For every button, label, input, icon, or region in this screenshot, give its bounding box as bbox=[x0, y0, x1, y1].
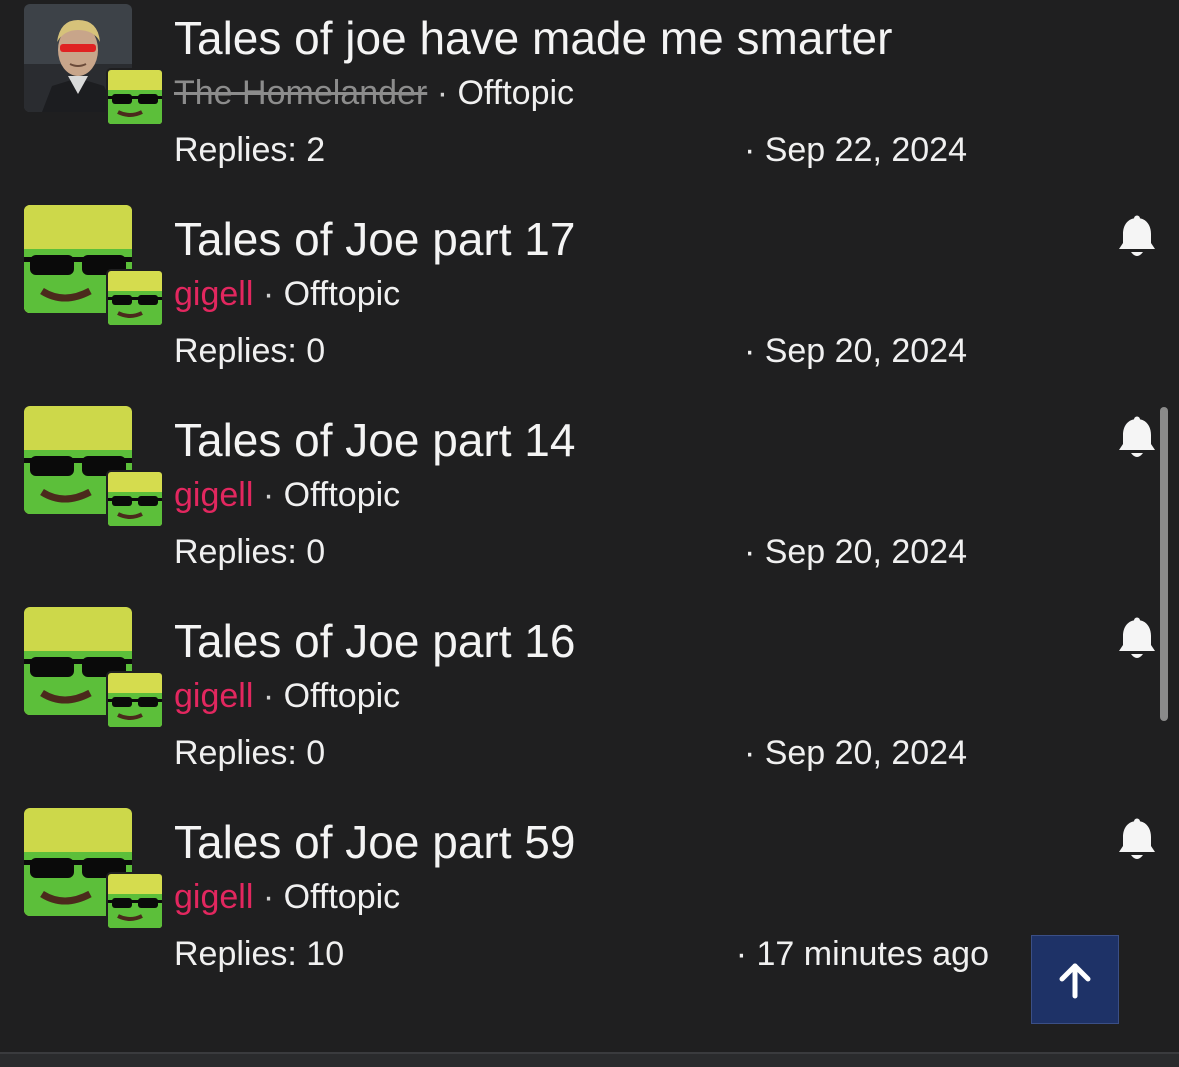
thread-author[interactable]: gigell bbox=[174, 275, 253, 313]
thread-forum[interactable]: Offtopic bbox=[284, 677, 401, 715]
thread-author[interactable]: The Homelander bbox=[174, 74, 427, 112]
forum-node-avatar[interactable] bbox=[108, 874, 162, 928]
frog-with-sunglasses-small-icon bbox=[108, 70, 162, 124]
avatar-group bbox=[24, 205, 164, 329]
scroll-to-top-button[interactable] bbox=[1031, 935, 1119, 1024]
meta-separator: · bbox=[262, 677, 275, 715]
meta-separator: · bbox=[262, 275, 275, 313]
bottom-toolbar bbox=[0, 1052, 1179, 1067]
frog-with-sunglasses-small-icon bbox=[108, 874, 162, 928]
thread-forum[interactable]: Offtopic bbox=[284, 476, 401, 514]
avatar-group bbox=[24, 406, 164, 530]
scrollbar[interactable] bbox=[1160, 407, 1168, 721]
arrow-up-icon bbox=[1059, 963, 1091, 998]
thread-title[interactable]: Tales of Joe part 16 bbox=[174, 613, 575, 669]
thread-title[interactable]: Tales of Joe part 17 bbox=[174, 211, 575, 267]
thread-item[interactable]: Tales of joe have made me smarter The Ho… bbox=[0, 0, 1179, 201]
bell-icon[interactable] bbox=[1116, 617, 1158, 663]
meta-separator: · bbox=[436, 74, 449, 112]
thread-title[interactable]: Tales of Joe part 14 bbox=[174, 412, 575, 468]
thread-replies: Replies: 2 bbox=[174, 131, 326, 169]
thread-replies: Replies: 10 bbox=[174, 935, 345, 973]
thread-replies: Replies: 0 bbox=[174, 533, 326, 571]
meta-separator: · bbox=[262, 878, 275, 916]
forum-node-avatar[interactable] bbox=[108, 472, 162, 526]
thread-date: · Sep 22, 2024 bbox=[743, 131, 967, 169]
thread-date: · 17 minutes ago bbox=[735, 935, 989, 973]
thread-author[interactable]: gigell bbox=[174, 878, 253, 916]
thread-meta: gigell · Offtopic bbox=[174, 474, 400, 516]
avatar-group bbox=[24, 808, 164, 932]
avatar-group bbox=[24, 4, 164, 128]
bell-icon[interactable] bbox=[1116, 818, 1158, 864]
thread-item[interactable]: Tales of Joe part 16 gigell · Offtopic R… bbox=[0, 603, 1179, 804]
thread-meta: gigell · Offtopic bbox=[174, 876, 400, 918]
thread-item[interactable]: Tales of Joe part 17 gigell · Offtopic R… bbox=[0, 201, 1179, 402]
frog-with-sunglasses-small-icon bbox=[108, 472, 162, 526]
frog-with-sunglasses-small-icon bbox=[108, 271, 162, 325]
thread-date: · Sep 20, 2024 bbox=[743, 734, 967, 772]
meta-separator: · bbox=[262, 476, 275, 514]
thread-meta: gigell · Offtopic bbox=[174, 273, 400, 315]
thread-title[interactable]: Tales of Joe part 59 bbox=[174, 814, 575, 870]
thread-replies: Replies: 0 bbox=[174, 332, 326, 370]
thread-title[interactable]: Tales of joe have made me smarter bbox=[174, 10, 892, 66]
bell-icon[interactable] bbox=[1116, 215, 1158, 261]
avatar-group bbox=[24, 607, 164, 731]
forum-node-avatar[interactable] bbox=[108, 673, 162, 727]
thread-author[interactable]: gigell bbox=[174, 677, 253, 715]
thread-forum[interactable]: Offtopic bbox=[284, 878, 401, 916]
thread-author[interactable]: gigell bbox=[174, 476, 253, 514]
thread-meta: gigell · Offtopic bbox=[174, 675, 400, 717]
thread-date: · Sep 20, 2024 bbox=[743, 332, 967, 370]
thread-replies: Replies: 0 bbox=[174, 734, 326, 772]
forum-node-avatar[interactable] bbox=[108, 271, 162, 325]
thread-meta: The Homelander · Offtopic bbox=[174, 72, 574, 114]
thread-date: · Sep 20, 2024 bbox=[743, 533, 967, 571]
frog-with-sunglasses-small-icon bbox=[108, 673, 162, 727]
forum-node-avatar[interactable] bbox=[108, 70, 162, 124]
thread-forum[interactable]: Offtopic bbox=[284, 275, 401, 313]
bell-icon[interactable] bbox=[1116, 416, 1158, 462]
thread-list-page: Tales of joe have made me smarter The Ho… bbox=[0, 0, 1179, 1067]
thread-forum[interactable]: Offtopic bbox=[457, 74, 574, 112]
thread-item[interactable]: Tales of Joe part 59 gigell · Offtopic R… bbox=[0, 804, 1179, 1005]
thread-item[interactable]: Tales of Joe part 14 gigell · Offtopic R… bbox=[0, 402, 1179, 603]
